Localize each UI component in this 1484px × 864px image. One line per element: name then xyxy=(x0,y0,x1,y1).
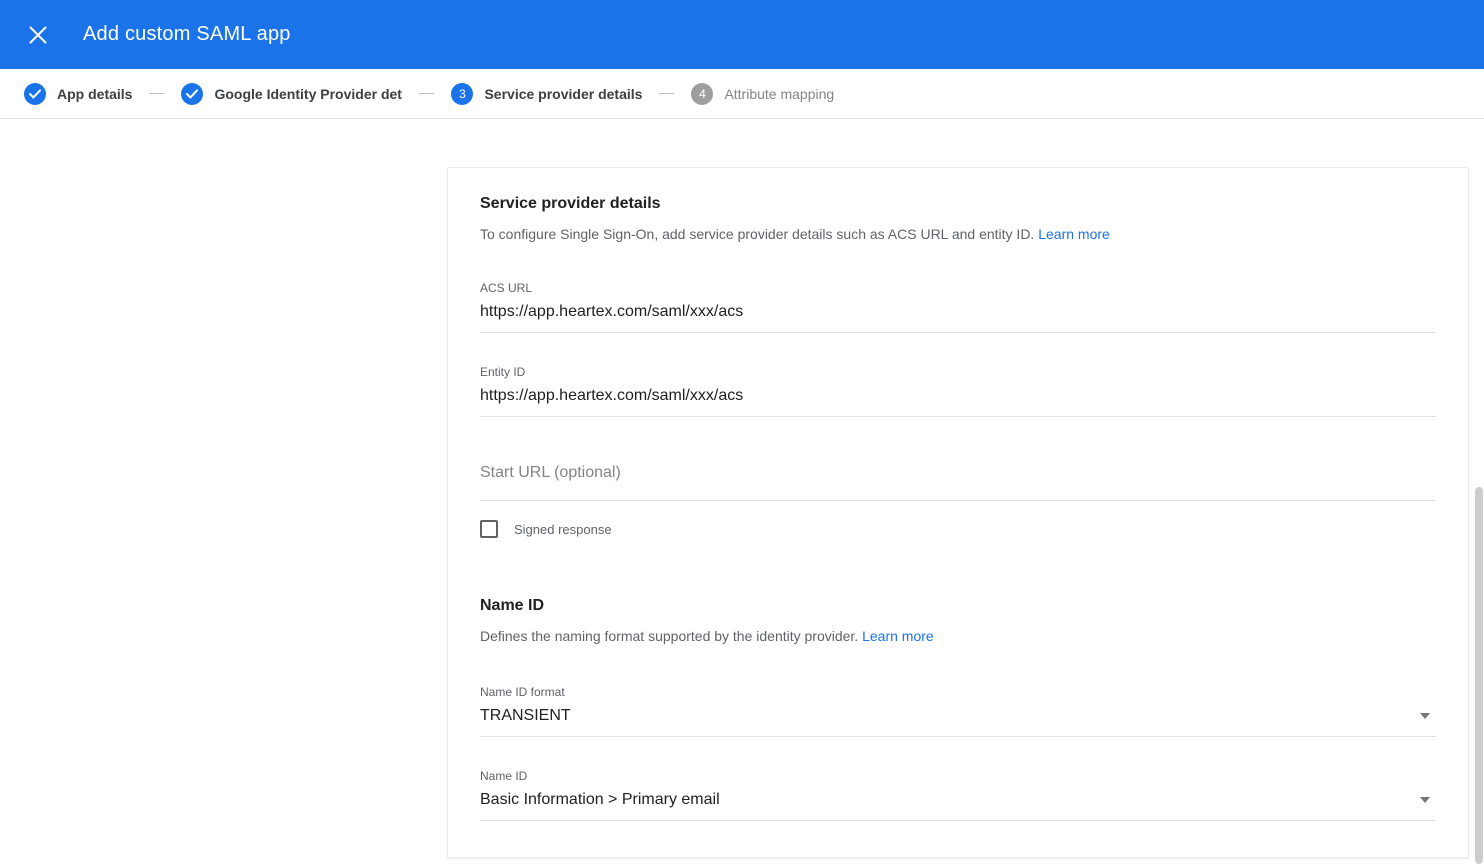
name-id-section-description: Defines the naming format supported by t… xyxy=(480,628,1436,645)
section-description: To configure Single Sign-On, add service… xyxy=(480,226,1436,243)
name-id-label: Name ID xyxy=(480,769,1436,783)
entity-id-input[interactable] xyxy=(480,379,1436,417)
name-id-select[interactable]: Basic Information > Primary email xyxy=(480,783,1436,821)
signed-response-label: Signed response xyxy=(514,522,612,537)
stepper: App details Google Identity Provider det… xyxy=(0,69,1484,119)
dropdown-arrow-icon xyxy=(1420,797,1430,803)
dropdown-arrow-icon xyxy=(1420,713,1430,719)
step-number: 4 xyxy=(699,87,706,101)
name-id-field: Name ID Basic Information > Primary emai… xyxy=(480,769,1436,821)
check-icon xyxy=(29,89,41,99)
step-separator xyxy=(419,93,434,94)
step-circle: 4 xyxy=(691,83,713,105)
entity-id-field: Entity ID xyxy=(480,365,1436,417)
name-id-value: Basic Information > Primary email xyxy=(480,790,720,809)
step-label: Attribute mapping xyxy=(724,86,834,102)
signed-response-checkbox[interactable] xyxy=(480,520,498,538)
close-icon xyxy=(29,26,47,44)
main-content: Service provider details To configure Si… xyxy=(0,119,1484,864)
step-app-details[interactable]: App details xyxy=(24,83,132,105)
learn-more-link[interactable]: Learn more xyxy=(1038,226,1110,242)
step-label: Google Identity Provider details xyxy=(214,86,402,102)
section-title: Service provider details xyxy=(480,194,1436,213)
name-id-format-value: TRANSIENT xyxy=(480,706,571,725)
name-id-section-title: Name ID xyxy=(480,596,1436,615)
step-circle xyxy=(24,83,46,105)
step-separator xyxy=(149,93,164,94)
signed-response-row[interactable]: Signed response xyxy=(480,520,1436,538)
step-label: App details xyxy=(57,86,132,102)
check-icon xyxy=(186,89,198,99)
step-separator xyxy=(659,93,674,94)
step-label: Service provider details xyxy=(484,86,642,102)
close-button[interactable] xyxy=(20,17,56,53)
step-service-provider-details[interactable]: 3 Service provider details xyxy=(451,83,642,105)
step-circle xyxy=(181,83,203,105)
acs-url-field: ACS URL xyxy=(480,281,1436,333)
acs-url-input[interactable] xyxy=(480,295,1436,333)
step-google-idp-details[interactable]: Google Identity Provider details xyxy=(181,83,402,105)
step-attribute-mapping: 4 Attribute mapping xyxy=(691,83,834,105)
app-bar: Add custom SAML app xyxy=(0,0,1484,69)
start-url-field xyxy=(480,463,1436,501)
scrollbar[interactable] xyxy=(1474,119,1484,864)
acs-url-label: ACS URL xyxy=(480,281,1436,295)
step-number: 3 xyxy=(459,87,466,101)
name-id-format-label: Name ID format xyxy=(480,685,1436,699)
learn-more-link[interactable]: Learn more xyxy=(862,628,934,644)
step-circle: 3 xyxy=(451,83,473,105)
dialog-title: Add custom SAML app xyxy=(83,23,291,46)
name-id-format-select[interactable]: TRANSIENT xyxy=(480,699,1436,737)
name-id-format-field: Name ID format TRANSIENT xyxy=(480,685,1436,737)
start-url-input[interactable] xyxy=(480,463,1436,501)
name-id-description-text: Defines the naming format supported by t… xyxy=(480,628,858,644)
section-description-text: To configure Single Sign-On, add service… xyxy=(480,226,1034,242)
entity-id-label: Entity ID xyxy=(480,365,1436,379)
scrollbar-thumb[interactable] xyxy=(1475,487,1483,864)
service-provider-card: Service provider details To configure Si… xyxy=(447,167,1469,858)
